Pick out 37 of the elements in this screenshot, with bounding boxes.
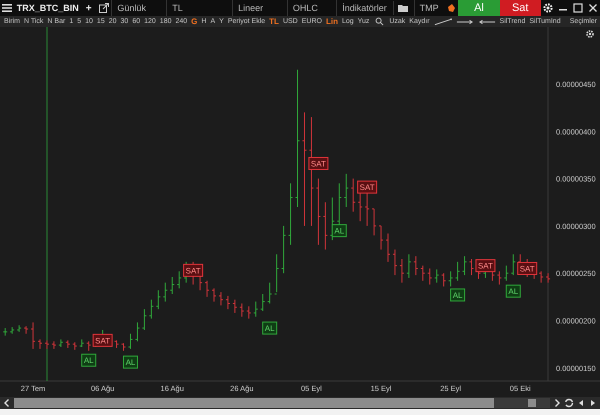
sell-button[interactable]: Sat	[500, 0, 541, 16]
buy-signal-marker: AL	[506, 284, 521, 298]
sell-signal-marker: SAT	[357, 180, 378, 194]
sell-signal-marker: SAT	[92, 334, 113, 347]
sell-signal-marker: SAT	[183, 264, 204, 277]
style-dropdown[interactable]: OHLC	[286, 0, 336, 16]
trend-line-icon[interactable]	[434, 18, 452, 26]
sell-signal-marker: SAT	[308, 156, 328, 170]
toolbar-option[interactable]: TL	[267, 16, 281, 27]
scrollbar-thumb[interactable]	[14, 398, 494, 408]
buy-signal-marker: AL	[450, 288, 466, 302]
add-button[interactable]: +	[80, 2, 97, 14]
arrow-right-icon[interactable]	[456, 18, 474, 24]
maximize-icon[interactable]	[572, 3, 583, 13]
buy-button[interactable]: Al	[458, 0, 500, 16]
sell-signal-marker: SAT	[517, 262, 538, 275]
period-dropdown[interactable]: Günlük	[111, 0, 166, 16]
chevron-right-icon[interactable]	[552, 398, 562, 408]
close-icon[interactable]	[588, 3, 598, 13]
chevron-left-icon[interactable]	[2, 398, 12, 408]
symbol-label[interactable]: TRX_BTC_BIN	[14, 3, 81, 13]
sell-signal-marker: SAT	[475, 259, 496, 272]
scrollbar-handle[interactable]	[528, 399, 536, 407]
menu-icon[interactable]	[2, 3, 12, 13]
external-link-icon[interactable]	[99, 3, 110, 13]
search-icon[interactable]	[374, 17, 384, 26]
refresh-icon[interactable]	[564, 398, 574, 408]
buy-signal-marker: AL	[81, 354, 96, 367]
buy-signal-marker: AL	[262, 322, 278, 335]
settings-icon[interactable]	[543, 3, 554, 13]
buy-signal-marker: AL	[332, 224, 347, 238]
settings-icon[interactable]	[586, 30, 594, 38]
toolbar-option[interactable]: Lin	[324, 16, 340, 27]
buy-signal-marker: AL	[122, 356, 138, 369]
arrow-left-icon[interactable]	[478, 18, 496, 24]
folder-icon[interactable]	[398, 3, 408, 13]
toolbar-option[interactable]: G	[189, 16, 200, 27]
